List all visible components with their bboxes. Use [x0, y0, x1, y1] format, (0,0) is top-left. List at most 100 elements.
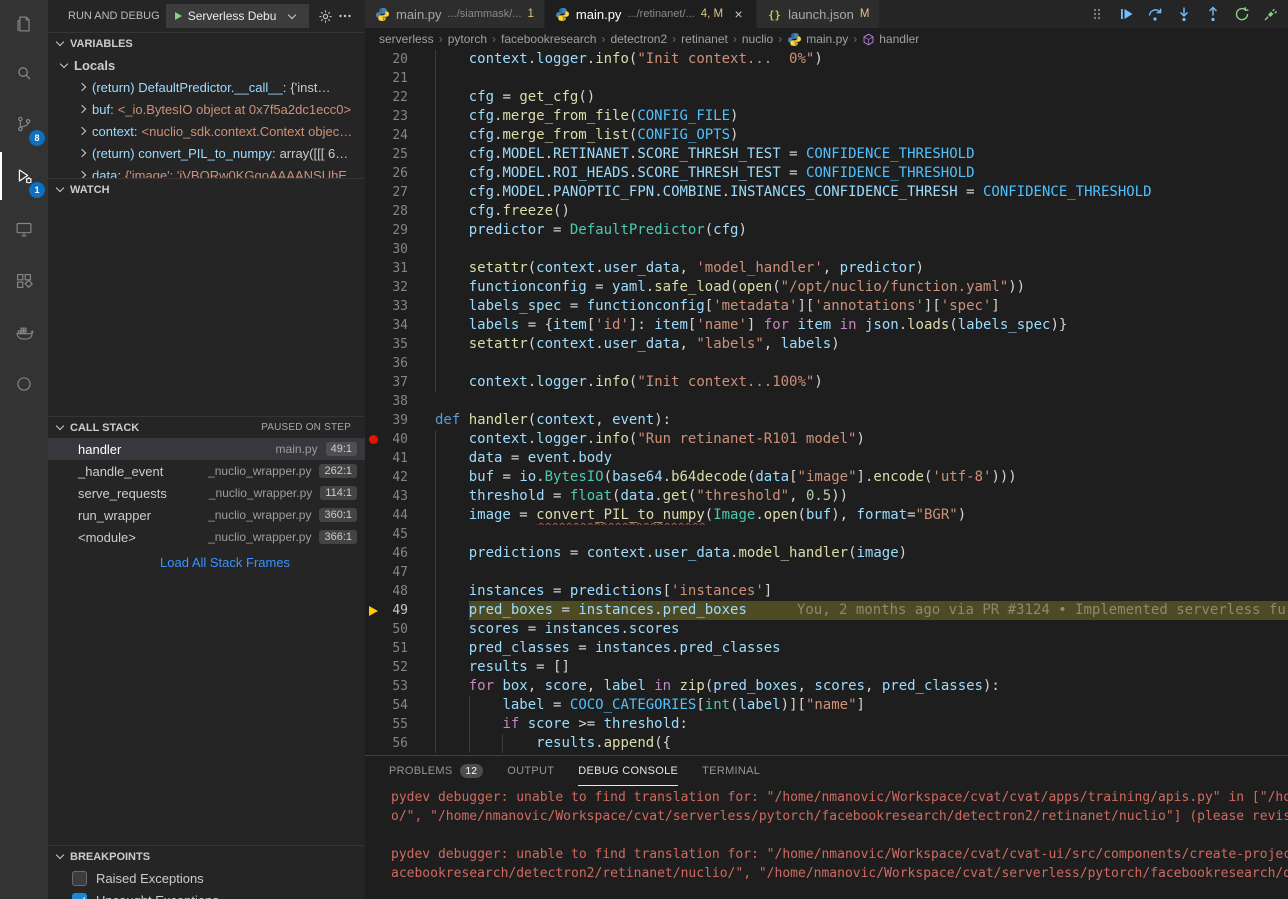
activity-item-explorer[interactable]: [0, 0, 48, 48]
disconnect-button[interactable]: [1262, 5, 1280, 23]
gutter-breakpoint-zone[interactable]: [365, 202, 383, 221]
variable-row[interactable]: buf:<_io.BytesIO object at 0x7f5a2dc1ecc…: [48, 98, 365, 120]
code-line[interactable]: 45: [365, 525, 1288, 544]
panel-tab-debug-console[interactable]: DEBUG CONSOLE: [578, 756, 678, 786]
more-actions-icon[interactable]: [335, 5, 355, 27]
code-line[interactable]: 52 results = []: [365, 658, 1288, 677]
gutter-breakpoint-zone[interactable]: [365, 335, 383, 354]
code-line[interactable]: 56 results.append({: [365, 734, 1288, 753]
breakpoints-section-header[interactable]: BREAKPOINTS: [48, 845, 365, 867]
gutter-breakpoint-zone[interactable]: [365, 107, 383, 126]
gutter-breakpoint-zone[interactable]: [365, 278, 383, 297]
code-line[interactable]: 29 predictor = DefaultPredictor(cfg): [365, 221, 1288, 240]
activity-item-docker[interactable]: [0, 309, 48, 357]
gutter-breakpoint-zone[interactable]: [365, 240, 383, 259]
editor-tab[interactable]: main.py.../retinanet/...4, M×: [545, 0, 757, 28]
panel-tab-terminal[interactable]: TERMINAL: [702, 756, 760, 786]
breadcrumb-item[interactable]: main.py: [787, 32, 848, 47]
code-editor[interactable]: 20 context.logger.info("Init context... …: [365, 50, 1288, 755]
gutter-breakpoint-zone[interactable]: [365, 525, 383, 544]
panel-tab-problems[interactable]: PROBLEMS12: [389, 756, 483, 786]
gutter-breakpoint-zone[interactable]: [365, 658, 383, 677]
step-out-button[interactable]: [1204, 5, 1222, 23]
code-line[interactable]: 38: [365, 392, 1288, 411]
step-into-button[interactable]: [1175, 5, 1193, 23]
panel-tab-output[interactable]: OUTPUT: [507, 756, 554, 786]
breadcrumb-item[interactable]: pytorch: [448, 32, 487, 46]
gutter-breakpoint-zone[interactable]: [365, 126, 383, 145]
call-stack-frame[interactable]: handlermain.py49:1: [48, 438, 365, 460]
gutter-breakpoint-zone[interactable]: [365, 183, 383, 202]
close-icon[interactable]: ×: [731, 6, 746, 22]
gutter-breakpoint-zone[interactable]: [365, 544, 383, 563]
code-line[interactable]: 27 cfg.MODEL.PANOPTIC_FPN.COMBINE.INSTAN…: [365, 183, 1288, 202]
gutter-breakpoint-zone[interactable]: [365, 259, 383, 278]
breadcrumb-item[interactable]: retinanet: [681, 32, 728, 46]
gutter-breakpoint-zone[interactable]: [365, 563, 383, 582]
code-line[interactable]: 44 image = convert_PIL_to_numpy(Image.op…: [365, 506, 1288, 525]
code-line[interactable]: 46 predictions = context.user_data.model…: [365, 544, 1288, 563]
code-line[interactable]: 39def handler(context, event):: [365, 411, 1288, 430]
gutter-breakpoint-zone[interactable]: [365, 430, 383, 449]
code-line[interactable]: 50 scores = instances.scores: [365, 620, 1288, 639]
debug-configuration-dropdown[interactable]: Serverless Debu: [166, 4, 309, 28]
gutter-breakpoint-zone[interactable]: [365, 373, 383, 392]
variable-row[interactable]: (return) convert_PIL_to_numpy:array([[[ …: [48, 142, 365, 164]
gutter-breakpoint-zone[interactable]: [365, 677, 383, 696]
code-line[interactable]: 41 data = event.body: [365, 449, 1288, 468]
code-line[interactable]: 43 threshold = float(data.get("threshold…: [365, 487, 1288, 506]
call-stack-frame[interactable]: run_wrapper_nuclio_wrapper.py360:1: [48, 504, 365, 526]
code-line[interactable]: 54 label = COCO_CATEGORIES[int(label)]["…: [365, 696, 1288, 715]
code-line[interactable]: 30: [365, 240, 1288, 259]
code-line[interactable]: 53 for box, score, label in zip(pred_box…: [365, 677, 1288, 696]
code-line[interactable]: 32 functionconfig = yaml.safe_load(open(…: [365, 278, 1288, 297]
gear-icon[interactable]: [315, 5, 335, 27]
code-line[interactable]: 47: [365, 563, 1288, 582]
gutter-breakpoint-zone[interactable]: [365, 506, 383, 525]
editor-tab[interactable]: {}launch.jsonM: [757, 0, 880, 28]
code-line[interactable]: 21: [365, 69, 1288, 88]
gutter-breakpoint-zone[interactable]: [365, 145, 383, 164]
checkbox[interactable]: [72, 893, 87, 899]
editor-tab[interactable]: main.py.../siammask/...1: [365, 0, 545, 28]
variable-row[interactable]: context:<nuclio_sdk.context.Context obje…: [48, 120, 365, 142]
gutter-breakpoint-zone[interactable]: [365, 316, 383, 335]
gutter-breakpoint-zone[interactable]: [365, 696, 383, 715]
gutter-breakpoint-zone[interactable]: [365, 411, 383, 430]
variable-row[interactable]: data:{'image': 'iVBORw0KGgoAAAANSUhE…: [48, 164, 365, 178]
continue-button[interactable]: [1117, 5, 1135, 23]
call-stack-frame[interactable]: <module>_nuclio_wrapper.py366:1: [48, 526, 365, 548]
variables-section-header[interactable]: VARIABLES: [48, 32, 365, 54]
scope-locals[interactable]: Locals: [48, 54, 365, 76]
code-line[interactable]: 37 context.logger.info("Init context...1…: [365, 373, 1288, 392]
code-line[interactable]: 28 cfg.freeze(): [365, 202, 1288, 221]
load-all-stack-frames-link[interactable]: Load All Stack Frames: [160, 555, 290, 570]
code-line[interactable]: 25 cfg.MODEL.RETINANET.SCORE_THRESH_TEST…: [365, 145, 1288, 164]
code-line[interactable]: 51 pred_classes = instances.pred_classes: [365, 639, 1288, 658]
gutter-breakpoint-zone[interactable]: [365, 392, 383, 411]
watch-section-header[interactable]: WATCH: [48, 178, 365, 200]
gutter-breakpoint-zone[interactable]: [365, 487, 383, 506]
activity-item-remote-explorer[interactable]: [0, 205, 48, 253]
gutter-breakpoint-zone[interactable]: [365, 354, 383, 373]
code-line[interactable]: 22 cfg = get_cfg(): [365, 88, 1288, 107]
code-line[interactable]: 40 context.logger.info("Run retinanet-R1…: [365, 430, 1288, 449]
activity-item-run-and-debug[interactable]: 1: [0, 152, 48, 200]
restart-button[interactable]: [1233, 5, 1251, 23]
code-line[interactable]: 23 cfg.merge_from_file(CONFIG_FILE): [365, 107, 1288, 126]
breadcrumb-item[interactable]: facebookresearch: [501, 32, 596, 46]
code-line[interactable]: 55 if score >= threshold:: [365, 715, 1288, 734]
gutter-breakpoint-zone[interactable]: [365, 297, 383, 316]
gutter-breakpoint-zone[interactable]: [365, 715, 383, 734]
activity-item-circle[interactable]: [0, 360, 48, 408]
breadcrumb-item[interactable]: nuclio: [742, 32, 773, 46]
breadcrumb-item[interactable]: detectron2: [610, 32, 667, 46]
drag-handle-icon[interactable]: [1088, 5, 1106, 23]
gutter-breakpoint-zone[interactable]: [365, 164, 383, 183]
activity-item-search[interactable]: [0, 49, 48, 97]
call-stack-frame[interactable]: _handle_event_nuclio_wrapper.py262:1: [48, 460, 365, 482]
code-line[interactable]: 26 cfg.MODEL.ROI_HEADS.SCORE_THRESH_TEST…: [365, 164, 1288, 183]
gutter-breakpoint-zone[interactable]: [365, 50, 383, 69]
gutter-breakpoint-zone[interactable]: [365, 88, 383, 107]
gutter-breakpoint-zone[interactable]: [365, 601, 383, 620]
